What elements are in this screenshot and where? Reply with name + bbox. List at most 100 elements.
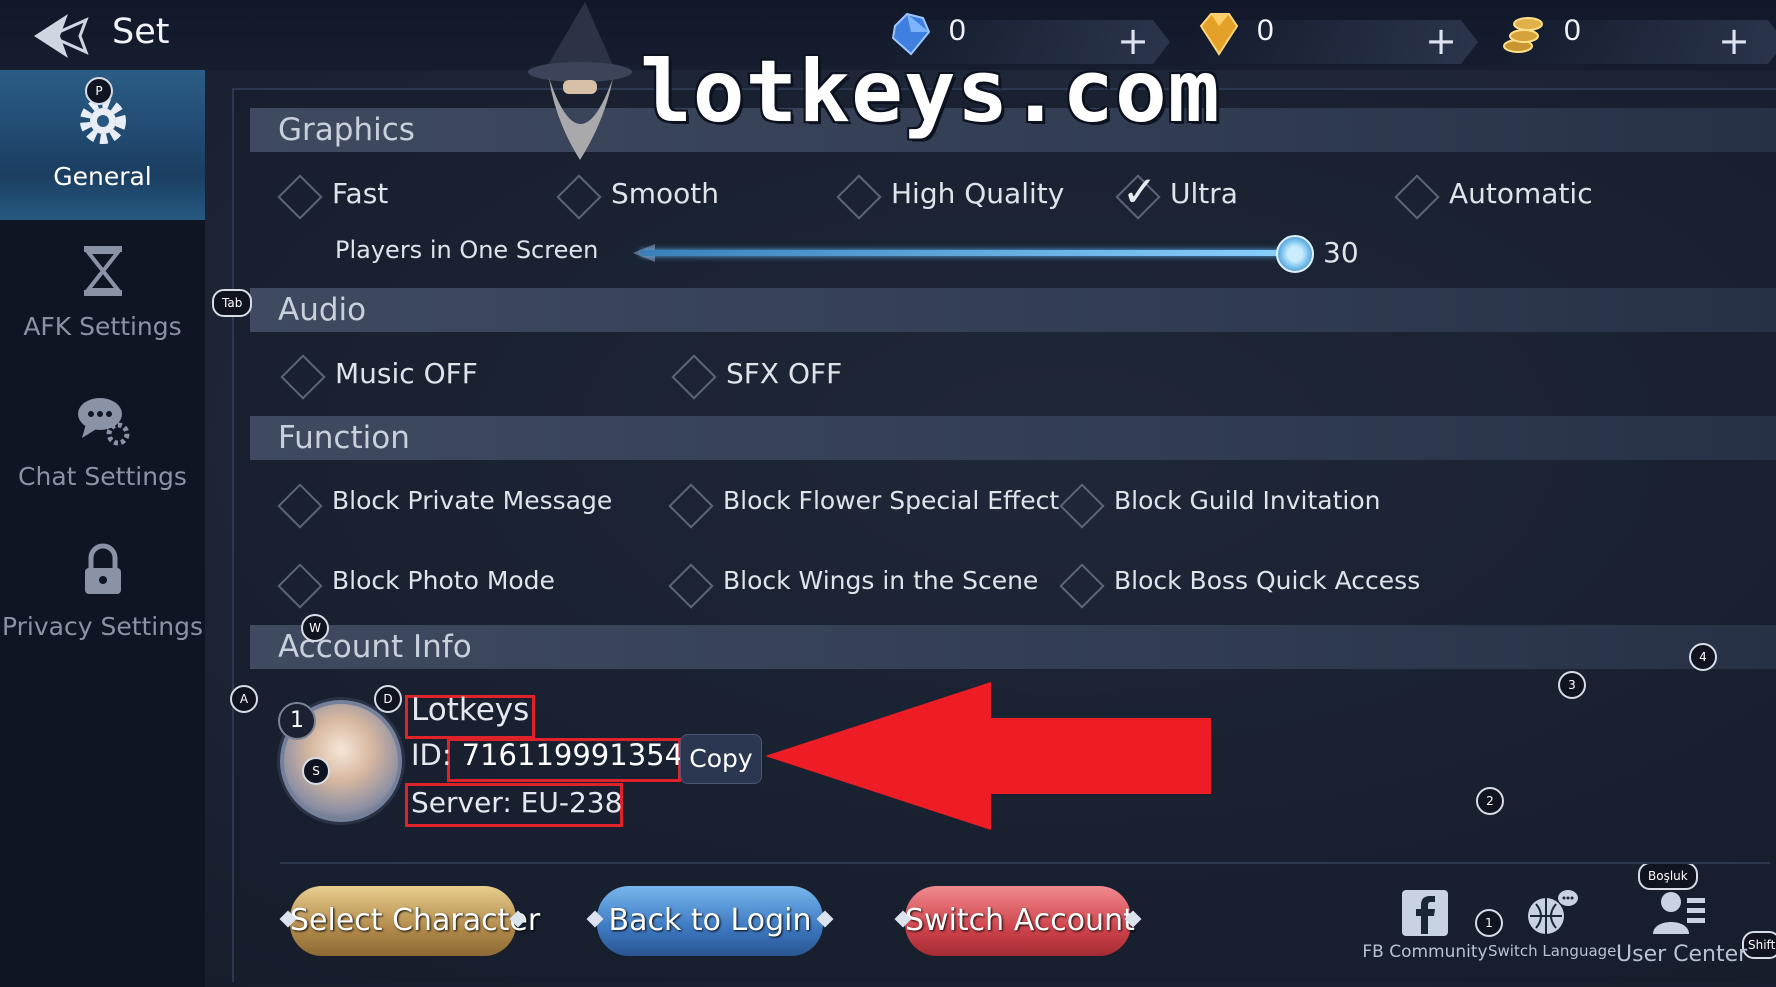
- gem-value: 0: [1257, 14, 1274, 47]
- section-audio-header: Audio: [250, 288, 1776, 332]
- coin-currency: 0 +: [1500, 8, 1776, 64]
- hourglass-icon: [83, 246, 123, 296]
- sidebar-item-label: Chat Settings: [18, 462, 187, 491]
- gem-currency: 0 +: [1193, 8, 1483, 64]
- graphics-option-fast[interactable]: Fast: [276, 173, 496, 220]
- fb-community-label: FB Community: [1362, 942, 1488, 962]
- function-option-block-private-message[interactable]: Block Private Message: [276, 482, 636, 529]
- account-name: Lotkeys: [411, 692, 530, 728]
- graphics-option-smooth[interactable]: Smooth: [555, 173, 775, 220]
- option-label: Block Wings in the Scene: [723, 566, 1039, 595]
- page-title: Set: [112, 12, 170, 52]
- option-label: Smooth: [611, 177, 720, 210]
- function-option-block-photo-mode[interactable]: Block Photo Mode: [276, 562, 636, 609]
- hotkey-badge: Tab: [212, 289, 253, 317]
- option-label: Automatic: [1449, 177, 1593, 210]
- radio-diamond-icon: [1394, 174, 1440, 220]
- graphics-option-high-quality[interactable]: High Quality: [835, 173, 1075, 220]
- back-arrow-icon[interactable]: [28, 6, 100, 66]
- switch-account-button[interactable]: Switch Account: [905, 886, 1135, 956]
- option-label: Block Guild Invitation: [1114, 486, 1381, 515]
- hotkey-badge: S: [302, 757, 330, 785]
- account-id-row: ID: 71611999135465: [411, 738, 720, 772]
- hotkey-badge: W: [301, 614, 329, 642]
- sidebar-item-afk-settings[interactable]: AFK Settings: [0, 220, 205, 370]
- sidebar-item-label: AFK Settings: [23, 312, 182, 341]
- sidebar-item-privacy-settings[interactable]: Privacy Settings: [0, 520, 205, 670]
- players-slider-track[interactable]: [640, 250, 1296, 256]
- players-in-one-screen-label: Players in One Screen: [335, 236, 599, 264]
- settings-panel: [232, 88, 1776, 982]
- user-center-label: User Center: [1616, 942, 1748, 967]
- option-label: Fast: [332, 177, 389, 210]
- checkmark-icon: ✓: [1122, 167, 1158, 216]
- function-option-block-boss-quick-access[interactable]: Block Boss Quick Access: [1058, 562, 1458, 609]
- players-slider-handle[interactable]: [1276, 235, 1314, 273]
- radio-diamond-icon: [277, 174, 323, 220]
- globe-icon: [1528, 890, 1578, 934]
- option-label: High Quality: [891, 177, 1065, 210]
- copy-id-button[interactable]: Copy: [680, 734, 762, 784]
- option-label: Block Private Message: [332, 486, 613, 515]
- server-label: Server: EU-238: [411, 786, 623, 819]
- radio-diamond-icon: [836, 174, 882, 220]
- option-label: Block Flower Special Effect: [723, 486, 1060, 515]
- radio-diamond-icon: [671, 354, 717, 400]
- coins-icon: [1503, 17, 1543, 53]
- option-label: Music OFF: [335, 357, 478, 390]
- graphics-option-automatic[interactable]: Automatic: [1393, 173, 1613, 220]
- sidebar: General AFK Settings Chat Settings Priva…: [0, 70, 205, 987]
- radio-diamond-icon: [668, 483, 714, 529]
- section-account-info-header: Account Info: [250, 625, 1776, 669]
- radio-diamond-icon: [668, 563, 714, 609]
- option-label: SFX OFF: [726, 357, 843, 390]
- hotkey-badge: Boşluk: [1638, 862, 1698, 890]
- sidebar-item-chat-settings[interactable]: Chat Settings: [0, 370, 205, 520]
- sidebar-item-label: Privacy Settings: [1, 612, 203, 641]
- hotkey-badge: D: [374, 685, 402, 713]
- fb-community-button[interactable]: FB Community: [1362, 888, 1488, 962]
- radio-diamond-icon: [1059, 483, 1105, 529]
- option-label: Ultra: [1170, 177, 1238, 210]
- radio-diamond-icon: [556, 174, 602, 220]
- divider: [280, 862, 1770, 864]
- wizard-logo: [528, 2, 632, 160]
- function-option-block-guild-invitation[interactable]: Block Guild Invitation: [1058, 482, 1418, 529]
- radio-diamond-icon: [280, 354, 326, 400]
- select-character-button[interactable]: Select Character: [290, 886, 540, 956]
- hotkey-badge: A: [230, 685, 258, 713]
- section-title: Function: [278, 420, 410, 456]
- function-option-block-flower-special-effect[interactable]: Block Flower Special Effect: [667, 482, 1059, 529]
- chat-gear-icon: [78, 398, 130, 446]
- hotkey-badge: 3: [1558, 671, 1586, 699]
- add-coin-button[interactable]: +: [1718, 22, 1750, 60]
- add-gem-button[interactable]: +: [1425, 22, 1457, 60]
- coin-value: 0: [1564, 14, 1581, 47]
- account-id-label: ID:: [411, 738, 452, 772]
- lock-icon: [85, 543, 121, 594]
- hotkey-badge: 4: [1689, 643, 1717, 671]
- audio-option-sfx-off[interactable]: SFX OFF: [670, 353, 890, 400]
- function-option-block-wings-in-the-scene[interactable]: Block Wings in the Scene: [667, 562, 1047, 609]
- switch-language-button[interactable]: Switch Language: [1488, 888, 1616, 960]
- back-to-login-button[interactable]: Back to Login: [597, 886, 823, 956]
- watermark-text: lotkeys.com: [640, 42, 1221, 142]
- sidebar-item-label: General: [53, 162, 152, 191]
- audio-option-music-off[interactable]: Music OFF: [279, 353, 539, 400]
- hotkey-badge: 2: [1476, 787, 1504, 815]
- switch-language-label: Switch Language: [1488, 942, 1617, 960]
- section-title: Audio: [278, 292, 367, 328]
- radio-diamond-icon: [1059, 563, 1105, 609]
- graphics-option-ultra[interactable]: ✓ Ultra: [1114, 167, 1314, 220]
- hotkey-badge: Shift: [1742, 931, 1776, 959]
- option-label: Block Photo Mode: [332, 566, 555, 595]
- section-function-header: Function: [250, 416, 1776, 460]
- hotkey-badge: P: [85, 77, 113, 105]
- user-center-button[interactable]: User Center: [1616, 888, 1748, 967]
- radio-diamond-icon: [277, 483, 323, 529]
- user-card-icon: [1653, 892, 1705, 934]
- players-slider-value: 30: [1323, 236, 1359, 269]
- level-badge: 1: [278, 702, 316, 740]
- facebook-icon: [1402, 890, 1448, 936]
- red-arrow-icon: [765, 682, 1211, 830]
